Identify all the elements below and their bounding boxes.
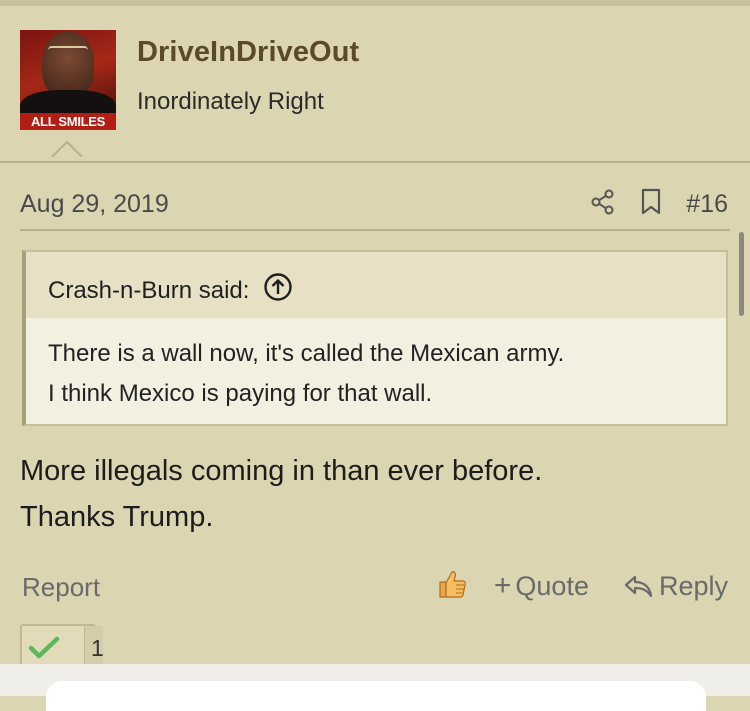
- quote-line: There is a wall now, it's called the Mex…: [48, 340, 565, 367]
- reaction-count: 1: [84, 626, 104, 666]
- bookmark-icon[interactable]: [640, 188, 662, 221]
- username-link[interactable]: DriveInDriveOut: [137, 36, 359, 69]
- avatar-caption: ALL SMILES: [20, 113, 116, 130]
- post-number[interactable]: #16: [686, 190, 728, 219]
- quote-button-label: Quote: [515, 570, 589, 601]
- quote-line: I think Mexico is paying for that wall.: [48, 380, 433, 407]
- checkmark-icon: [28, 636, 60, 665]
- header-notch: [51, 140, 83, 172]
- header-divider: [0, 161, 750, 163]
- meta-divider: [20, 229, 730, 231]
- quote-author[interactable]: Crash-n-Burn said:: [48, 272, 293, 309]
- quote-header: Crash-n-Burn said:: [26, 252, 726, 318]
- quote-author-label: Crash-n-Burn said:: [48, 276, 250, 304]
- reply-button-label: Reply: [658, 570, 728, 601]
- message-line: Thanks Trump.: [20, 501, 214, 533]
- post-meta-actions: #16: [590, 186, 728, 222]
- arrow-up-circle-icon[interactable]: [263, 272, 293, 309]
- quote-block: Crash-n-Burn said: There is a wall now, …: [22, 250, 728, 426]
- post-date[interactable]: Aug 29, 2019: [20, 190, 169, 219]
- thumbs-up-icon[interactable]: [436, 568, 468, 605]
- quote-body: There is a wall now, it's called the Mex…: [26, 318, 726, 430]
- reply-input[interactable]: [46, 681, 706, 711]
- avatar[interactable]: ALL SMILES: [20, 30, 116, 130]
- message-line: More illegals coming in than ever before…: [20, 455, 543, 487]
- avatar-face: [42, 32, 94, 98]
- user-title: Inordinately Right: [137, 88, 324, 115]
- reply-arrow-icon: [624, 575, 653, 598]
- reaction-summary[interactable]: 1: [20, 624, 104, 668]
- share-icon[interactable]: [590, 189, 616, 220]
- post-message: More illegals coming in than ever before…: [20, 448, 720, 540]
- quote-button[interactable]: + Quote: [494, 571, 589, 602]
- post-actions: + Quote Reply: [436, 564, 728, 608]
- avatar-glasses: [48, 46, 88, 58]
- plus-icon: +: [493, 569, 512, 602]
- user-header: ALL SMILES DriveInDriveOut Inordinately …: [0, 6, 750, 172]
- report-link[interactable]: Report: [22, 572, 100, 603]
- scrollbar[interactable]: [739, 232, 744, 316]
- reply-button[interactable]: Reply: [623, 571, 728, 602]
